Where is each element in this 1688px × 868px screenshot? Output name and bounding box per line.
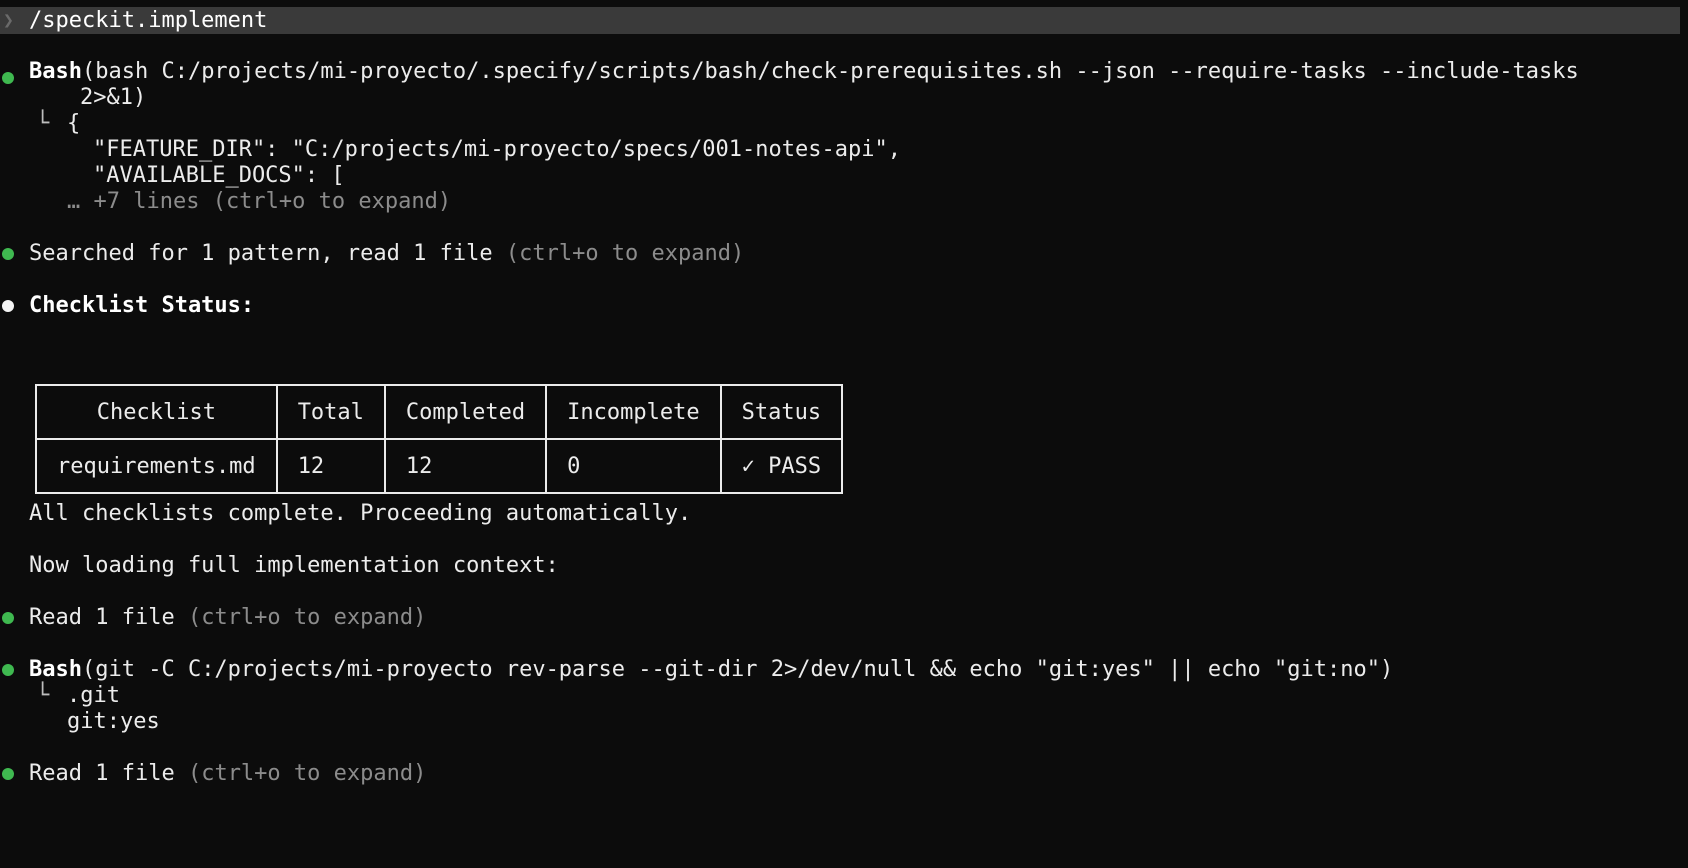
- output-line: {: [67, 111, 81, 136]
- column-header-status: Status: [719, 384, 844, 440]
- column-header-incomplete: Incomplete: [545, 384, 722, 440]
- search-summary-text: Searched for 1 pattern, read 1 file: [29, 241, 493, 266]
- all-complete-message: All checklists complete. Proceeding auto…: [29, 501, 692, 526]
- bash-call-1: Bash(bash C:/projects/mi-proyecto/.speci…: [29, 59, 1579, 85]
- table-row: requirements.md 12 12 0 ✓ PASS: [35, 438, 844, 494]
- bash-command-line-2: 2>&1): [80, 85, 147, 110]
- status-bullet-icon: [2, 664, 14, 676]
- column-header-total: Total: [275, 384, 386, 440]
- search-summary: Searched for 1 pattern, read 1 file (ctr…: [29, 241, 744, 267]
- bash-command: (git -C C:/projects/mi-proyecto rev-pars…: [81, 657, 1394, 682]
- checklist-table: Checklist Total Completed Incomplete Sta…: [35, 384, 844, 494]
- read-summary-text: Read 1 file: [29, 761, 175, 786]
- column-header-completed: Completed: [383, 384, 548, 440]
- tool-name: Bash: [29, 59, 82, 84]
- cell-total: 12: [275, 438, 386, 494]
- read-summary-text: Read 1 file: [29, 605, 175, 630]
- now-loading-message: Now loading full implementation context:: [29, 553, 559, 578]
- cell-checklist: requirements.md: [35, 438, 278, 494]
- read-summary-2: Read 1 file (ctrl+o to expand): [29, 761, 426, 787]
- bash-command-line-1: (bash C:/projects/mi-proyecto/.specify/s…: [81, 59, 1579, 84]
- status-bullet-icon: [2, 248, 14, 260]
- status-bullet-icon: [2, 612, 14, 624]
- output-line: git:yes: [67, 709, 160, 734]
- output-line: .git: [67, 683, 120, 708]
- tool-name: Bash: [29, 657, 82, 682]
- bash-call-2: Bash(git -C C:/projects/mi-proyecto rev-…: [29, 657, 1393, 683]
- output-line: "FEATURE_DIR": "C:/projects/mi-proyecto/…: [93, 137, 901, 162]
- expand-hint[interactable]: (ctrl+o to expand): [188, 605, 426, 630]
- cell-incomplete: 0: [545, 438, 722, 494]
- expand-hint[interactable]: (ctrl+o to expand): [188, 761, 426, 786]
- output-corner-icon: └: [36, 111, 50, 136]
- column-header-checklist: Checklist: [35, 384, 278, 440]
- status-bullet-icon: [2, 768, 14, 780]
- cell-status: ✓ PASS: [719, 438, 844, 494]
- status-bullet-icon: [2, 300, 14, 312]
- read-summary-1: Read 1 file (ctrl+o to expand): [29, 605, 426, 631]
- output-corner-icon: └: [36, 683, 50, 708]
- table-header-row: Checklist Total Completed Incomplete Sta…: [35, 384, 844, 440]
- expand-hint[interactable]: (ctrl+o to expand): [506, 241, 744, 266]
- status-bullet-icon: [2, 72, 14, 84]
- output-line: "AVAILABLE_DOCS": [: [93, 163, 345, 188]
- chevron-right-icon: ❯: [3, 10, 14, 31]
- cell-completed: 12: [383, 438, 548, 494]
- prompt-command[interactable]: /speckit.implement: [29, 7, 267, 34]
- checklist-heading: Checklist Status:: [29, 293, 255, 318]
- expand-more-lines[interactable]: … +7 lines (ctrl+o to expand): [67, 189, 451, 215]
